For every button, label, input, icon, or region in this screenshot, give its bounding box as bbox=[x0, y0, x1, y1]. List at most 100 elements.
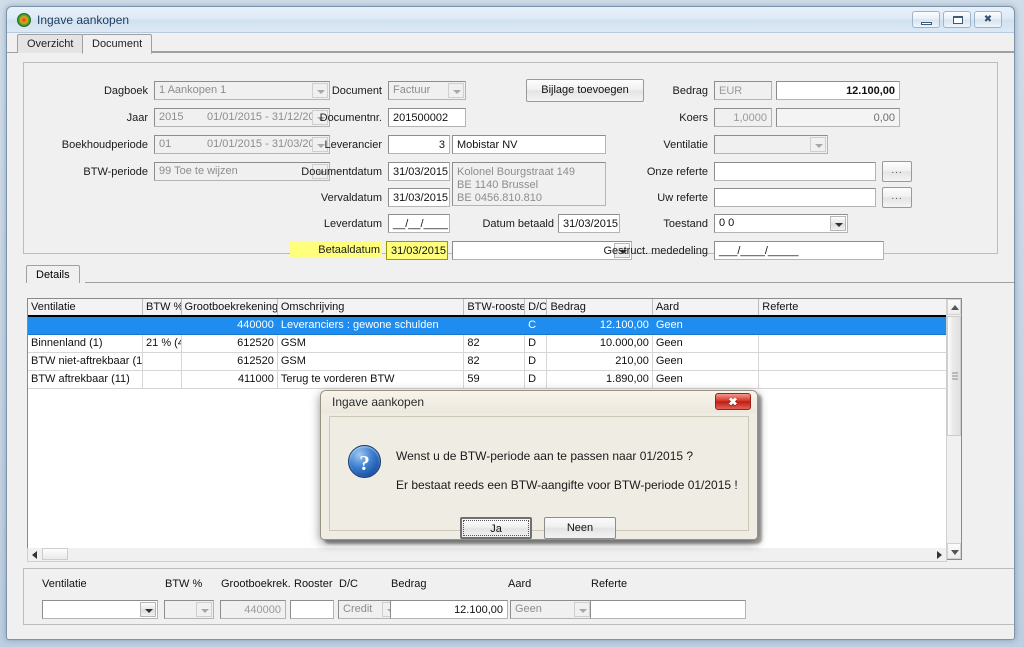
minimize-button[interactable] bbox=[912, 11, 940, 28]
table-cell-empty bbox=[28, 460, 143, 478]
table-row[interactable]: BTW aftrekbaar (11) 411000 Terug te vorder… bbox=[28, 370, 961, 389]
toestand-combo[interactable]: 0 0 bbox=[714, 214, 848, 233]
edit-ventilatie-combo[interactable] bbox=[42, 600, 158, 619]
grid-horizontal-scrollbar[interactable] bbox=[27, 548, 947, 562]
uw-referte-browse-button[interactable]: ... bbox=[882, 187, 912, 208]
onze-referte-input[interactable] bbox=[714, 162, 876, 181]
table-cell[interactable] bbox=[758, 352, 961, 371]
edit-referte-input[interactable] bbox=[590, 600, 746, 619]
close-button[interactable]: ✖ bbox=[974, 11, 1002, 28]
ventilatie-combo[interactable] bbox=[714, 135, 828, 154]
table-cell[interactable] bbox=[142, 352, 182, 371]
table-cell[interactable] bbox=[28, 316, 144, 335]
column-header-8[interactable]: Referte bbox=[758, 299, 961, 317]
edit-bedrag-input[interactable]: 12.100,00 bbox=[390, 600, 508, 619]
table-cell[interactable]: 12.100,00 bbox=[546, 316, 653, 335]
edit-btw-pct-combo[interactable] bbox=[164, 600, 214, 619]
table-cell[interactable]: 210,00 bbox=[546, 352, 653, 371]
table-cell[interactable]: C bbox=[524, 316, 548, 335]
datum-betaald-input[interactable]: 31/03/2015 bbox=[558, 214, 620, 233]
table-cell[interactable]: Geen bbox=[652, 334, 760, 353]
column-header-1[interactable]: BTW % bbox=[142, 299, 182, 317]
tab-details[interactable]: Details bbox=[26, 265, 80, 283]
table-cell[interactable]: 1.890,00 bbox=[546, 370, 653, 389]
table-cell[interactable]: 612520 bbox=[181, 334, 278, 353]
table-cell[interactable] bbox=[758, 316, 961, 335]
label-btw-periode: BTW-periode bbox=[83, 166, 148, 178]
table-cell[interactable]: BTW aftrekbaar (11) bbox=[28, 370, 144, 389]
table-cell[interactable]: Geen bbox=[652, 352, 760, 371]
table-row[interactable]: BTW niet-aftrekbaar (19 612520 GSM 82 D 210,0… bbox=[28, 352, 961, 371]
tab-document[interactable]: Document bbox=[82, 34, 153, 54]
edit-dc-value: Credit bbox=[343, 603, 373, 615]
table-cell[interactable]: D bbox=[524, 370, 548, 389]
table-cell[interactable]: 411000 bbox=[181, 370, 278, 389]
table-cell[interactable] bbox=[142, 370, 182, 389]
column-header-4[interactable]: BTW-rooster bbox=[463, 299, 526, 317]
table-cell[interactable]: Terug te vorderen BTW bbox=[277, 370, 465, 389]
table-cell[interactable]: D bbox=[524, 334, 548, 353]
scroll-up-icon[interactable] bbox=[947, 299, 961, 315]
table-cell[interactable]: Geen bbox=[652, 370, 760, 389]
column-header-2[interactable]: Grootboekrekening bbox=[181, 299, 278, 317]
table-cell-empty bbox=[142, 442, 182, 460]
table-cell[interactable]: 440000 bbox=[181, 316, 278, 335]
gestruct-mededeling-input[interactable]: ___/____/_____ bbox=[714, 241, 884, 260]
document-combo[interactable]: Factuur bbox=[388, 81, 466, 100]
dialog-no-button[interactable]: Neen bbox=[544, 517, 616, 539]
table-cell[interactable]: Binnenland (1) bbox=[28, 334, 144, 353]
table-cell[interactable]: 10.000,00 bbox=[546, 334, 653, 353]
table-cell[interactable] bbox=[758, 334, 961, 353]
table-cell[interactable]: 59 bbox=[463, 370, 526, 389]
dialog-close-button[interactable]: ✖ bbox=[715, 393, 751, 410]
documentnr-input[interactable]: 201500002 bbox=[388, 108, 466, 127]
table-cell[interactable]: 82 bbox=[463, 352, 526, 371]
onze-referte-browse-button[interactable]: ... bbox=[882, 161, 912, 182]
grid-vertical-scrollbar[interactable] bbox=[946, 299, 961, 559]
vervaldatum-input[interactable]: 31/03/2015 bbox=[388, 188, 450, 207]
dialog-yes-label: Ja bbox=[463, 520, 529, 536]
table-cell-empty bbox=[142, 388, 182, 406]
edit-aard-combo[interactable]: Geen bbox=[510, 600, 592, 619]
horizontal-scroll-thumb[interactable] bbox=[42, 548, 68, 560]
dialog-yes-button[interactable]: Ja bbox=[460, 517, 532, 539]
maximize-button[interactable] bbox=[943, 11, 971, 28]
scroll-down-icon[interactable] bbox=[947, 543, 961, 559]
table-cell[interactable]: 21 % (4 bbox=[142, 334, 182, 353]
table-cell[interactable]: BTW niet-aftrekbaar (19 bbox=[28, 352, 144, 371]
leverdatum-input[interactable]: __/__/____ bbox=[388, 214, 450, 233]
edit-header-referte: Referte bbox=[591, 578, 628, 590]
row-edit-panel: Ventilatie BTW % Grootboekrek. Rooster D… bbox=[23, 568, 1014, 625]
tab-overzicht[interactable]: Overzicht bbox=[17, 34, 84, 53]
scroll-right-icon[interactable] bbox=[933, 548, 946, 560]
dialog-body: ? Wenst u de BTW-periode aan te passen n… bbox=[329, 416, 749, 539]
table-cell[interactable]: D bbox=[524, 352, 548, 371]
table-cell[interactable] bbox=[463, 316, 526, 335]
koers-value: 0,00 bbox=[776, 108, 900, 127]
table-cell[interactable]: Geen bbox=[652, 316, 760, 335]
table-cell[interactable]: Leveranciers : gewone schulden bbox=[277, 316, 465, 335]
table-cell[interactable]: GSM bbox=[277, 334, 465, 353]
column-header-6[interactable]: Bedrag bbox=[546, 299, 653, 317]
leverancier-name-input[interactable]: Mobistar NV bbox=[452, 135, 606, 154]
uw-referte-input[interactable] bbox=[714, 188, 876, 207]
betaaldatum-input[interactable]: 31/03/2015 bbox=[386, 241, 448, 260]
vertical-scroll-thumb[interactable] bbox=[947, 316, 961, 436]
table-row[interactable]: Binnenland (1) 21 % (4 612520 GSM 82 D 10.000,… bbox=[28, 334, 961, 353]
scroll-left-icon[interactable] bbox=[28, 548, 41, 560]
table-cell[interactable]: GSM bbox=[277, 352, 465, 371]
edit-rooster-input[interactable] bbox=[290, 600, 334, 619]
bedrag-input[interactable]: 12.100,00 bbox=[776, 81, 900, 100]
table-cell[interactable] bbox=[142, 316, 182, 335]
leverancier-code-input[interactable]: 3 bbox=[388, 135, 450, 154]
column-header-0[interactable]: Ventilatie bbox=[28, 299, 144, 317]
edit-grootboekrek-input[interactable]: 440000 bbox=[220, 600, 286, 619]
table-cell[interactable]: 82 bbox=[463, 334, 526, 353]
column-header-5[interactable]: D/C bbox=[524, 299, 548, 317]
table-cell[interactable] bbox=[758, 370, 961, 389]
table-row[interactable]: 440000 Leveranciers : gewone schulden C 12.… bbox=[28, 316, 961, 335]
column-header-7[interactable]: Aard bbox=[652, 299, 760, 317]
table-cell[interactable]: 612520 bbox=[181, 352, 278, 371]
column-header-3[interactable]: Omschrijving bbox=[277, 299, 465, 317]
documentdatum-input[interactable]: 31/03/2015 bbox=[388, 162, 450, 181]
